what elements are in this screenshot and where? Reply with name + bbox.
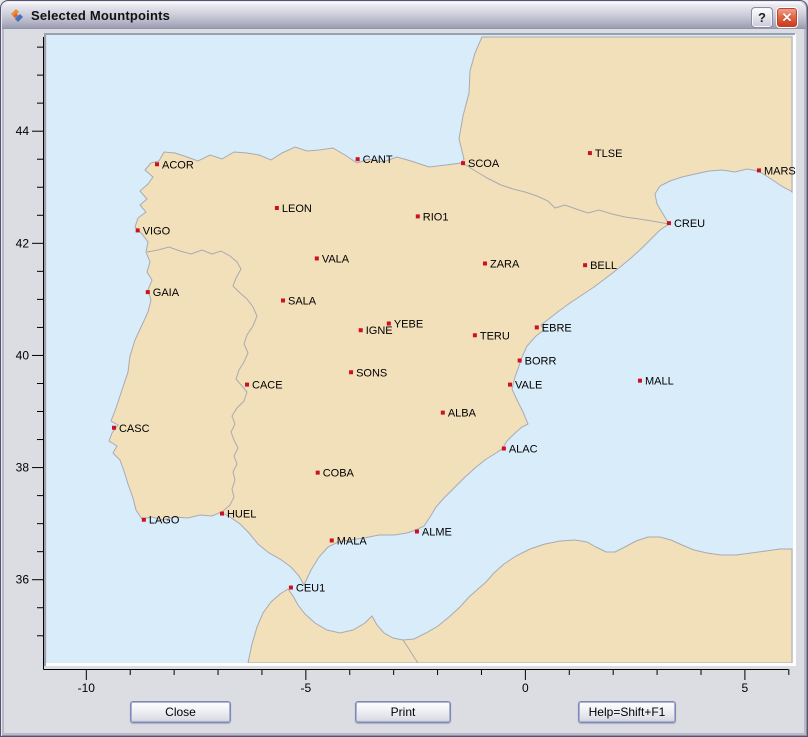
mountpoint-marker [502,447,506,451]
mountpoint-label: VIGO [143,225,171,237]
mountpoint-label: MALA [337,535,368,547]
mountpoint-label: TERU [480,330,510,342]
mountpoint-label: LEON [282,203,312,215]
x-tick-label-5: 5 [742,681,749,695]
mountpoint-label: SONS [356,367,387,379]
x-tick-label--5: -5 [301,681,312,695]
mountpoint-marker [461,161,465,165]
mountpoint-marker [416,214,420,218]
mountpoint-label: VALA [322,253,350,265]
mountpoint-marker [667,221,671,225]
mountpoint-marker [415,529,419,533]
mountpoint-marker [112,426,116,430]
mountpoint-label: ALBA [448,408,477,420]
mountpoint-label: CREU [674,218,705,230]
mountpoint-label: GAIA [153,287,180,299]
mountpoint-marker [638,379,642,383]
mountpoint-label: BORR [525,355,557,367]
mountpoint-marker [146,290,150,294]
mountpoint-label: LAGO [149,515,180,527]
y-tick-label-38: 38 [16,461,30,475]
mountpoint-marker [535,325,539,329]
mountpoint-marker [356,157,360,161]
mountpoint-marker [289,586,293,590]
mountpoint-marker [588,151,592,155]
y-tick-label-36: 36 [16,573,30,587]
dialog-window: Selected Mountpoints ? ✕ 3638404244-10-5… [0,0,808,737]
mountpoint-map-chart: 36 38 40 42 44 -10 -5 0 5 ACOR VIGO GAIA CANT SCOA TLS… [1,1,808,737]
mountpoint-label: EBRE [542,322,572,334]
mountpoint-label: CANT [363,154,393,166]
x-tick-label-0: 0 [522,681,529,695]
y-tick-label-40: 40 [16,348,30,362]
mountpoint-label: MALL [645,376,674,388]
mountpoint-label: VALE [515,380,542,392]
mountpoint-label: RIO1 [423,211,449,223]
mountpoint-label: SCOA [468,158,500,170]
mountpoint-marker [473,333,477,337]
mountpoint-label: HUEL [227,509,256,521]
mountpoint-label: BELL [590,260,617,272]
mountpoint-label: MARS [764,165,796,177]
mountpoint-marker [359,328,363,332]
mountpoint-marker [220,512,224,516]
mountpoint-label: ALME [422,526,452,538]
mountpoint-label: ZARA [490,259,520,271]
x-tick-label--10: -10 [78,681,96,695]
mountpoint-marker [349,370,353,374]
mountpoint-label: COBA [323,468,355,480]
mountpoint-marker [483,262,487,266]
mountpoint-marker [281,299,285,303]
close-button[interactable]: Close [130,701,231,723]
mountpoint-label: CASC [119,423,150,435]
mountpoint-label: SALA [288,296,317,308]
help-button[interactable]: Help=Shift+F1 [578,701,676,723]
mountpoint-label: YEBE [394,318,423,330]
mountpoint-marker [275,206,279,210]
mountpoint-label: ACOR [162,159,194,171]
mountpoint-marker [757,168,761,172]
mountpoint-marker [508,383,512,387]
mountpoint-marker [441,411,445,415]
mountpoint-marker [387,321,391,325]
mountpoint-marker [330,538,334,542]
mountpoint-label: ALAC [509,444,538,456]
y-tick-label-42: 42 [16,236,30,250]
mountpoint-marker [142,518,146,522]
mountpoint-marker [315,256,319,260]
mountpoint-label: IGNE [366,325,393,337]
mountpoint-marker [316,471,320,475]
mountpoint-marker [155,162,159,166]
mountpoint-marker [136,228,140,232]
mountpoint-marker [245,383,249,387]
mountpoint-marker [518,358,522,362]
mountpoint-label: CEU1 [296,583,325,595]
mountpoint-label: CACE [252,380,283,392]
mountpoint-label: TLSE [595,148,623,160]
print-button[interactable]: Print [355,701,451,723]
y-tick-label-44: 44 [16,124,30,138]
mountpoint-marker [583,263,587,267]
